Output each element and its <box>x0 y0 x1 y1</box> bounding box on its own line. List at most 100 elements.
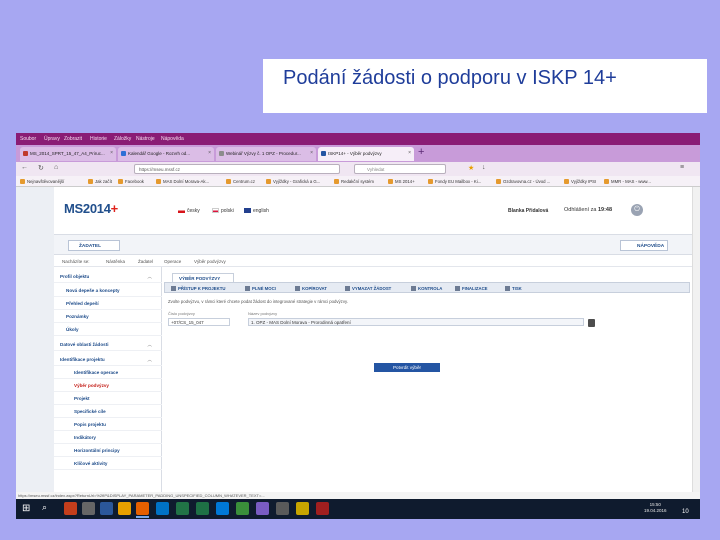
chevron-up-icon: ︿ <box>147 342 152 347</box>
delete-application-button[interactable]: VYMAZAT ŽÁDOST <box>345 286 391 291</box>
timeout-value: 19:48 <box>597 207 613 213</box>
print-button[interactable]: TISK <box>505 286 522 291</box>
breadcrumb-item[interactable]: Žadatel <box>138 259 153 264</box>
app-icon[interactable] <box>82 502 95 515</box>
outlook-icon[interactable] <box>156 502 169 515</box>
sidebar-item[interactable]: Specifické cíle <box>54 406 162 418</box>
excel-icon[interactable] <box>176 502 189 515</box>
scrollbar[interactable] <box>692 187 700 498</box>
ms2014-logo[interactable]: MS2014+ <box>64 201 118 216</box>
confirm-selection-button[interactable]: Potvrdit výběr <box>374 363 440 372</box>
menu-tools[interactable]: Nástroje <box>136 136 155 142</box>
lang-czech[interactable]: česky <box>178 208 200 214</box>
bookmark-item[interactable]: Centrum.cz <box>226 179 255 184</box>
bookmark-item[interactable]: Facebook <box>118 179 144 184</box>
download-icon[interactable]: ↓ <box>482 164 486 171</box>
app-icon[interactable] <box>196 502 209 515</box>
close-icon[interactable]: × <box>310 150 313 156</box>
copy-icon <box>295 286 300 291</box>
browser-tab[interactable]: MS_2014_SPRT_15_47_A4_Priruc... × <box>20 147 116 161</box>
edge-icon[interactable] <box>216 502 229 515</box>
close-icon[interactable]: × <box>408 150 411 156</box>
menu-view[interactable]: Zobrazit <box>64 136 82 142</box>
sidebar-section-data[interactable]: Datové oblasti žádosti ︿ <box>54 339 162 351</box>
bookmark-item[interactable]: Jak začít <box>88 179 112 184</box>
browser-tab-active[interactable]: ISKP14+ - Výběr podvýzvy × <box>318 147 414 161</box>
app-icon[interactable] <box>236 502 249 515</box>
taskbar-clock[interactable]: 15:50 19.04.2016 <box>644 502 667 514</box>
bookmark-item[interactable]: MAS Dolní Morava-Ak... <box>156 179 209 184</box>
sidebar-item[interactable]: Indikátory <box>54 432 162 444</box>
tab-subcall-selection[interactable]: VÝBĚR PODVÝZVY <box>172 273 234 282</box>
sidebar-item[interactable]: Popis projektu <box>54 419 162 431</box>
app-icon[interactable] <box>276 502 289 515</box>
sidebar-label: Identifikace projektu <box>60 357 105 362</box>
applicant-role-button[interactable]: ŽADATEL <box>68 240 120 251</box>
bookmark-item[interactable]: Redakční systém <box>334 179 374 184</box>
user-icon <box>171 286 176 291</box>
help-button[interactable]: NÁPOVĚDA <box>620 240 668 251</box>
sidebar-section-profile[interactable]: Profil objektu ︿ <box>54 271 162 283</box>
app-icon[interactable] <box>316 502 329 515</box>
home-icon[interactable]: ⌂ <box>54 164 58 171</box>
menu-file[interactable]: Soubor <box>20 136 36 142</box>
search-input[interactable]: Vyhledat <box>354 164 446 174</box>
user-name: Blanka Přidalová <box>508 208 549 214</box>
lock-icon <box>455 286 460 291</box>
pdf-icon <box>23 151 28 156</box>
bookmark-item[interactable]: MS 2014+ <box>388 179 415 184</box>
powerpoint-icon[interactable] <box>64 502 77 515</box>
close-icon[interactable]: × <box>208 150 211 156</box>
menu-bookmarks[interactable]: Záložky <box>114 136 131 142</box>
folder-icon[interactable] <box>118 502 131 515</box>
back-icon[interactable]: ← <box>21 164 28 171</box>
bookmark-item[interactable]: Ozdravovna.cz - Úvod ... <box>496 179 550 184</box>
word-icon[interactable] <box>100 502 113 515</box>
copy-button[interactable]: KOPÍROVAT <box>295 286 327 291</box>
bookmark-item[interactable]: Vyjíždky IPSI <box>564 179 596 184</box>
lang-polish[interactable]: polski <box>212 208 234 214</box>
logout-icon[interactable]: ⏻ <box>631 204 643 216</box>
close-icon[interactable]: × <box>110 150 113 156</box>
sidebar-item-active[interactable]: Výběr podvýzvy <box>54 380 162 392</box>
sidebar-item[interactable]: Přehled depeší <box>54 298 162 310</box>
sidebar-item[interactable]: Nová depeše a koncepty <box>54 285 162 297</box>
power-of-attorney-button[interactable]: PLNÉ MOCI <box>245 286 276 291</box>
bookmark-item[interactable]: Fondy EU Mailbox - Ki... <box>428 179 481 184</box>
lang-label: english <box>253 208 269 214</box>
breadcrumb-item[interactable]: Nástěnka <box>106 259 125 264</box>
sidebar-item[interactable]: Projekt <box>54 393 162 405</box>
bookmark-item[interactable]: Nejnavštěvovanější <box>20 179 64 184</box>
app-icon[interactable] <box>256 502 269 515</box>
menu-help[interactable]: Nápověda <box>161 136 184 142</box>
windows-start-icon[interactable]: ⊞ <box>22 503 30 514</box>
clock-date: 19.04.2016 <box>644 508 667 513</box>
sidebar-item[interactable]: Poznámky <box>54 311 162 323</box>
search-icon[interactable]: ⌕ <box>42 502 55 515</box>
menu-icon[interactable]: ≡ <box>680 164 684 171</box>
browser-tab[interactable]: Kalendář Google - Rozvrh od... × <box>118 147 214 161</box>
url-input[interactable]: https://mseu.mssf.cz <box>134 164 340 174</box>
check-button[interactable]: KONTROLA <box>411 286 442 291</box>
project-access-button[interactable]: PŘÍSTUP K PROJEKTU <box>171 286 225 291</box>
sidebar-item[interactable]: Horizontální principy <box>54 445 162 457</box>
new-tab-icon[interactable]: + <box>418 146 424 158</box>
sidebar-item[interactable]: Identifikace operace <box>54 367 162 379</box>
menu-history[interactable]: Historie <box>90 136 107 142</box>
menu-edit[interactable]: Úpravy <box>44 136 60 142</box>
breadcrumb-item[interactable]: Operace <box>164 259 181 264</box>
sidebar-section-identification[interactable]: Identifikace projektu ︿ <box>54 354 162 366</box>
browser-tab[interactable]: Webinář Výzvy č. 1 OPZ - Procedur... × <box>216 147 316 161</box>
lang-english[interactable]: english <box>244 208 269 214</box>
reload-icon[interactable]: ↻ <box>38 164 44 172</box>
app-icon[interactable] <box>296 502 309 515</box>
sidebar-item[interactable]: Klíčové aktivity <box>54 458 162 470</box>
bookmark-item[interactable]: MMR - MAS - www... <box>604 179 651 184</box>
firefox-icon[interactable] <box>136 502 149 518</box>
bookmark-item[interactable]: Vyjíždky - Grafická a G... <box>266 179 320 184</box>
finalize-button[interactable]: FINALIZACE <box>455 286 488 291</box>
lookup-list-icon[interactable] <box>588 319 595 327</box>
sidebar-item[interactable]: Úkoly <box>54 324 162 336</box>
subcall-name-field[interactable]: 1. OPZ - MAS Dolní Morava - Prorodinná o… <box>248 318 584 326</box>
star-icon[interactable]: ★ <box>468 164 474 172</box>
